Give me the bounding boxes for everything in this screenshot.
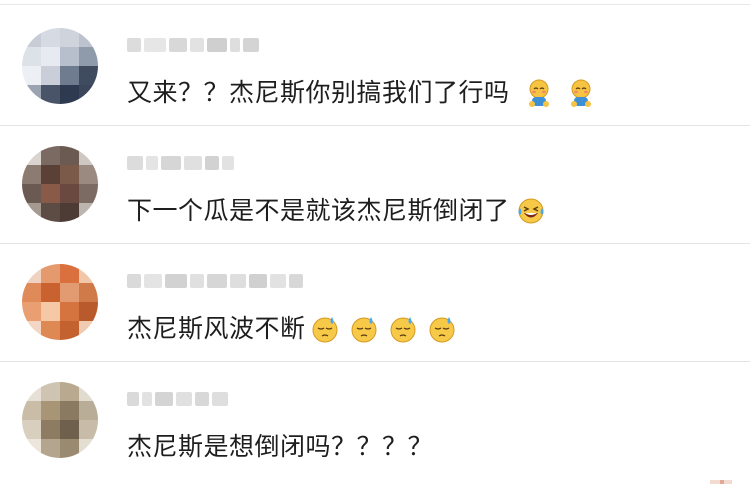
comment-text-row: 下一个瓜是不是就该杰尼斯倒闭了 [127, 194, 546, 228]
sweat-face-emoji-icon [429, 317, 455, 343]
comment-text-row: 杰尼斯风波不断 [127, 312, 457, 346]
shy-sitting-emoji-icon [570, 79, 591, 107]
username-blurred[interactable] [127, 270, 303, 292]
comment-text: 杰尼斯风波不断 [127, 314, 306, 343]
username-blurred[interactable] [127, 388, 228, 410]
username-blurred[interactable] [127, 152, 234, 174]
shy-sitting-emoji-icon [528, 79, 549, 107]
avatar[interactable] [22, 264, 98, 340]
comment-list: 又来？？杰尼斯你别搞我们了行吗 下一个瓜是不是就该杰尼斯倒闭了 杰尼斯风波不断 … [0, 0, 750, 487]
comment-item[interactable]: 下一个瓜是不是就该杰尼斯倒闭了 [0, 126, 750, 244]
comment-item[interactable]: 杰尼斯风波不断 [0, 244, 750, 362]
avatar[interactable] [22, 382, 98, 458]
divider [0, 4, 750, 5]
avatar[interactable] [22, 146, 98, 222]
avatar[interactable] [22, 28, 98, 104]
comment-item[interactable]: 杰尼斯是想倒闭吗？？？？ [0, 362, 750, 487]
watermark-fragment [710, 480, 732, 484]
comment-item[interactable]: 又来？？杰尼斯你别搞我们了行吗 [0, 8, 750, 126]
comment-text: 又来？？杰尼斯你别搞我们了行吗 [127, 78, 510, 107]
laughing-crying-emoji-icon [518, 198, 544, 224]
sweat-face-emoji-icon [351, 317, 377, 343]
comment-text: 杰尼斯是想倒闭吗？？？？ [127, 432, 434, 461]
username-blurred[interactable] [127, 34, 259, 56]
sweat-face-emoji-icon [390, 317, 416, 343]
comment-text-row: 又来？？杰尼斯你别搞我们了行吗 [127, 76, 596, 110]
sweat-face-emoji-icon [312, 317, 338, 343]
comment-text-row: 杰尼斯是想倒闭吗？？？？ [127, 430, 433, 464]
comment-text: 下一个瓜是不是就该杰尼斯倒闭了 [127, 196, 510, 225]
